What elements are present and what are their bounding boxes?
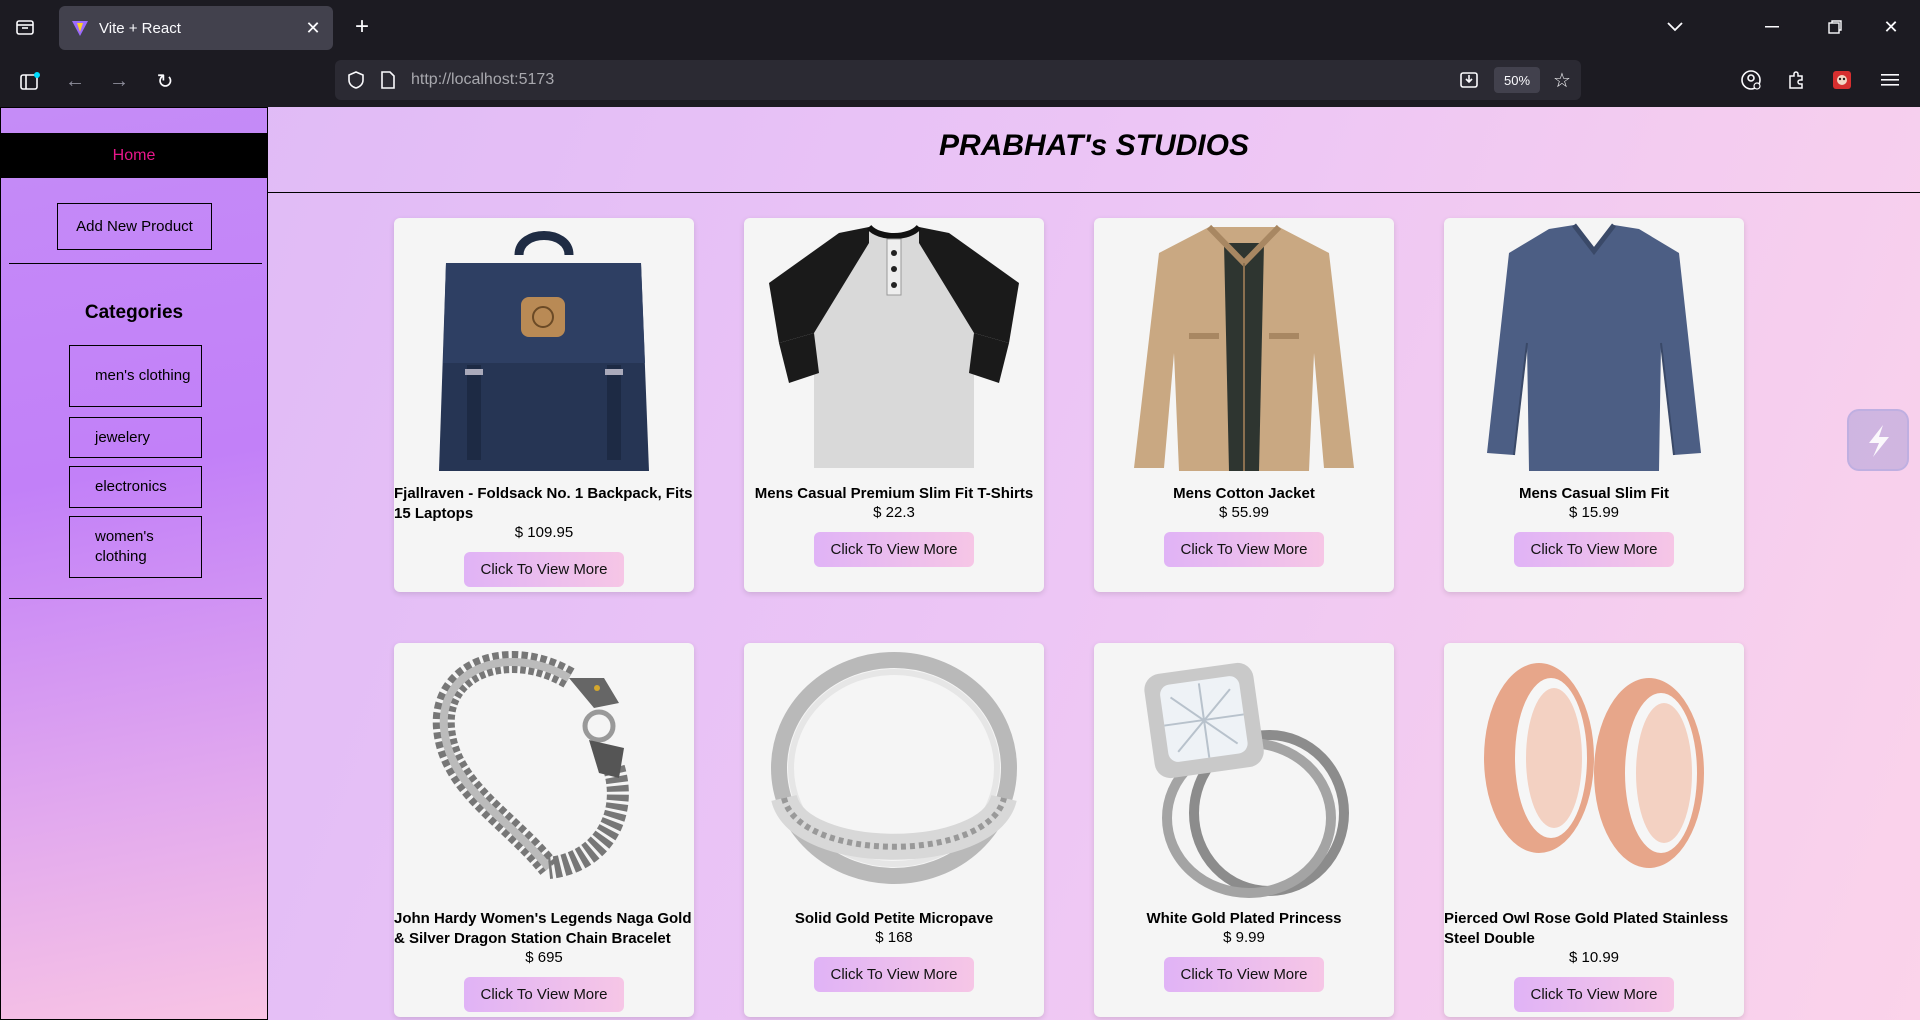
extension-addon-icon[interactable]	[1829, 67, 1855, 93]
new-tab-icon[interactable]: +	[349, 13, 375, 40]
view-more-button[interactable]: Click To View More	[1164, 957, 1324, 992]
forward-icon[interactable]: →	[106, 68, 132, 94]
sidebar: Home Add New Product Categories men's cl…	[0, 107, 268, 1020]
app-menu-icon[interactable]	[1876, 66, 1904, 94]
product-price: $ 55.99	[1218, 504, 1270, 521]
product-price: $ 15.99	[1568, 504, 1620, 521]
list-tabs-icon[interactable]	[1662, 14, 1688, 40]
view-more-button[interactable]: Click To View More	[1514, 532, 1674, 567]
ring-image	[771, 652, 1017, 884]
view-more-button[interactable]: Click To View More	[464, 977, 624, 1012]
extensions-icon[interactable]	[1782, 66, 1810, 94]
install-app-icon[interactable]	[1457, 68, 1481, 92]
nav-home-link[interactable]: Home	[1, 133, 267, 178]
zoom-level[interactable]: 50%	[1494, 67, 1540, 93]
tunnels-image	[1484, 663, 1704, 868]
add-new-product-button[interactable]: Add New Product	[57, 203, 212, 250]
page-icon[interactable]	[377, 69, 399, 91]
product-card[interactable]: Mens Cotton Jacket $ 55.99 Click To View…	[1094, 218, 1394, 592]
close-window-icon[interactable]: ✕	[1878, 14, 1904, 40]
product-title: Mens Casual Slim Fit	[1518, 485, 1670, 502]
product-price: $ 9.99	[1223, 929, 1265, 946]
jacket-image	[1134, 224, 1354, 471]
category-mens-clothing-button[interactable]: men's clothing	[69, 345, 202, 407]
longsleeve-image	[1487, 223, 1701, 471]
product-card[interactable]: Mens Casual Slim Fit $ 15.99 Click To Vi…	[1444, 218, 1744, 592]
view-more-button[interactable]: Click To View More	[464, 552, 624, 587]
floating-assistant-button[interactable]	[1847, 409, 1909, 471]
product-card[interactable]: Fjallraven - Foldsack No. 1 Backpack, Fi…	[394, 218, 694, 592]
web-page: Home Add New Product Categories men's cl…	[0, 107, 1920, 1020]
lightning-icon	[1869, 425, 1889, 457]
tab-overview-icon[interactable]	[12, 14, 38, 40]
minimize-icon[interactable]	[1759, 14, 1785, 40]
product-card[interactable]: Solid Gold Petite Micropave $ 168 Click …	[744, 643, 1044, 1017]
url-text[interactable]: http://localhost:5173	[411, 71, 554, 89]
category-womens-clothing-button[interactable]: women's clothing	[69, 516, 202, 578]
category-electronics-button[interactable]: electronics	[69, 466, 202, 508]
view-more-button[interactable]: Click To View More	[1514, 977, 1674, 1012]
product-card[interactable]: John Hardy Women's Legends Naga Gold & S…	[394, 643, 694, 1017]
vite-icon	[71, 19, 89, 37]
view-more-button[interactable]: Click To View More	[814, 957, 974, 992]
divider	[9, 598, 262, 599]
bookmark-star-icon[interactable]: ☆	[1550, 68, 1574, 92]
account-icon[interactable]	[1737, 66, 1765, 94]
category-jewelery-button[interactable]: jewelery	[69, 417, 202, 458]
product-price: $ 10.99	[1568, 949, 1620, 966]
product-title: Mens Cotton Jacket	[1173, 485, 1315, 502]
product-title: Pierced Owl Rose Gold Plated Stainless S…	[1444, 910, 1729, 947]
product-price: $ 168	[875, 929, 913, 946]
product-price: $ 695	[525, 949, 563, 966]
product-price: $ 22.3	[873, 504, 915, 521]
tab-active[interactable]: Vite + React ✕	[59, 6, 333, 50]
view-more-button[interactable]: Click To View More	[814, 532, 974, 567]
diamond-ring-image	[1144, 662, 1349, 898]
product-title: Fjallraven - Foldsack No. 1 Backpack, Fi…	[394, 485, 693, 522]
backpack-image	[439, 231, 649, 471]
product-title: White Gold Plated Princess	[1146, 910, 1342, 927]
tab-strip: Vite + React ✕ + ✕	[0, 0, 1920, 56]
product-price: $ 109.95	[514, 524, 574, 541]
back-icon[interactable]: ←	[62, 68, 88, 94]
product-card[interactable]: Mens Casual Premium Slim Fit T-Shirts $ …	[744, 218, 1044, 592]
reload-icon[interactable]: ↻	[152, 68, 178, 94]
product-card[interactable]: Pierced Owl Rose Gold Plated Stainless S…	[1444, 643, 1744, 1017]
sidebar-toggle-icon[interactable]	[17, 68, 43, 94]
close-tab-icon[interactable]: ✕	[299, 14, 327, 42]
tab-title: Vite + React	[99, 19, 181, 37]
view-more-button[interactable]: Click To View More	[1164, 532, 1324, 567]
tshirt-image	[769, 224, 1019, 468]
divider	[9, 263, 262, 264]
restore-icon[interactable]	[1822, 14, 1848, 40]
bracelet-image	[432, 651, 629, 879]
product-title: Solid Gold Petite Micropave	[794, 910, 994, 927]
page-title: PRABHAT's STUDIOS	[939, 129, 1249, 162]
product-title: Mens Casual Premium Slim Fit T-Shirts	[754, 485, 1034, 502]
product-card[interactable]: White Gold Plated Princess $ 9.99 Click …	[1094, 643, 1394, 1017]
main-content: PRABHAT's STUDIOS Fjallraven - Foldsack …	[268, 107, 1920, 1020]
product-title: John Hardy Women's Legends Naga Gold & S…	[394, 910, 692, 947]
url-bar[interactable]: http://localhost:5173 50% ☆	[335, 60, 1581, 100]
browser-chrome: Vite + React ✕ + ✕ ← → ↻ http://localhos…	[0, 0, 1920, 107]
categories-heading: Categories	[84, 302, 184, 323]
shield-icon[interactable]	[345, 69, 367, 91]
header-divider	[268, 192, 1920, 193]
